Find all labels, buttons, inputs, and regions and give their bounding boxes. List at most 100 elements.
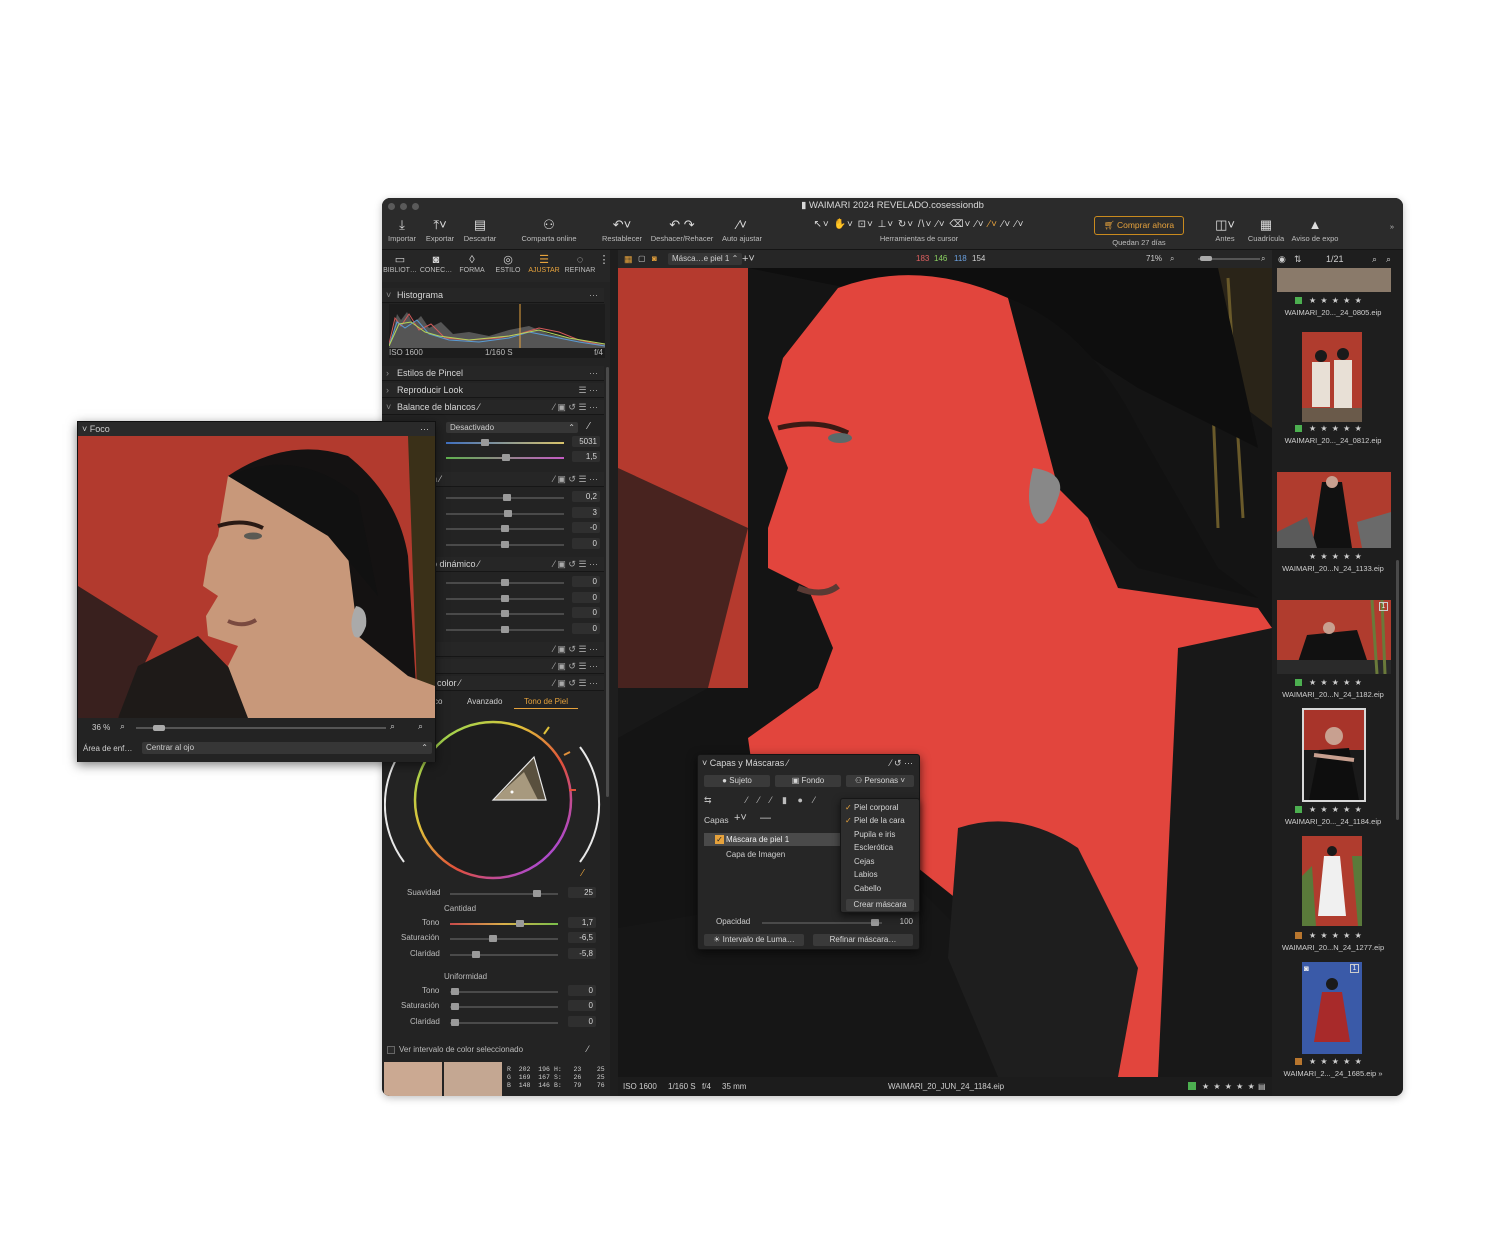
- search-icon[interactable]: ⌕: [1372, 250, 1377, 268]
- skin-picker-icon[interactable]: ⁄: [582, 868, 584, 879]
- exposure-value[interactable]: 0: [572, 538, 600, 549]
- opacity-knob[interactable]: [871, 919, 879, 926]
- discard-button[interactable]: ▤ Descartar: [462, 216, 498, 243]
- kelvin-value[interactable]: 5031: [572, 436, 600, 447]
- thumb-rating[interactable]: ★ ★ ★ ★ ★: [1295, 931, 1363, 940]
- lightness-slider[interactable]: [450, 954, 558, 956]
- hue-knob[interactable]: [516, 920, 524, 927]
- saturation-slider[interactable]: [450, 938, 558, 940]
- section-controls[interactable]: ⁄ ▣ ↺ ☰ ···: [553, 557, 598, 572]
- layer-controls[interactable]: ⁄ ↺ ···: [890, 758, 913, 769]
- window-controls[interactable]: [388, 203, 419, 210]
- before-button[interactable]: ◫˅ Antes: [1208, 216, 1242, 243]
- overflow-chevron-icon[interactable]: »: [1378, 1069, 1382, 1078]
- dr-value[interactable]: 0: [572, 623, 600, 634]
- u-lightness-knob[interactable]: [451, 1019, 459, 1026]
- thumbnail-1184-selected[interactable]: [1302, 708, 1366, 802]
- zoom-icon[interactable]: ⌕: [1386, 250, 1391, 268]
- add-layer-icon[interactable]: +˅: [734, 812, 747, 824]
- u-lightness-value[interactable]: 0: [568, 1016, 596, 1027]
- exposure-knob[interactable]: [501, 541, 509, 548]
- u-lightness-slider[interactable]: [450, 1022, 558, 1024]
- focus-zoom-slider[interactable]: [136, 727, 386, 729]
- dr-knob[interactable]: [501, 626, 509, 633]
- zoom-out-icon[interactable]: ⌕: [120, 721, 125, 732]
- zoom-in-icon[interactable]: ⌕: [1261, 250, 1265, 268]
- eyedropper-icon[interactable]: ⁄: [588, 421, 590, 432]
- more-icon[interactable]: ···: [589, 288, 598, 303]
- tab-style[interactable]: ◎ ESTILO: [490, 250, 526, 282]
- saturation-value[interactable]: -6,5: [568, 932, 596, 943]
- thumb-rating[interactable]: ★ ★ ★ ★ ★: [1295, 805, 1363, 814]
- section-controls[interactable]: ⁄ ▣ ↺ ☰ ···: [553, 676, 598, 691]
- more-icon[interactable]: ···: [420, 422, 429, 436]
- tab-adjust[interactable]: ☰ AJUSTAR: [526, 250, 562, 282]
- zoom-icon[interactable]: [412, 203, 419, 210]
- thumb-rating[interactable]: ★ ★ ★ ★ ★: [1295, 296, 1363, 305]
- brush-styles-header[interactable]: › Estilos de Pincel ···: [382, 366, 604, 381]
- thumbnail-1277[interactable]: [1302, 836, 1362, 926]
- multi-view-icon[interactable]: ◙: [652, 250, 657, 268]
- minimize-icon[interactable]: [400, 203, 407, 210]
- section-controls[interactable]: ⁄ ▣ ↺ ☰ ···: [553, 642, 598, 657]
- import-button[interactable]: ⤓ Importar: [387, 216, 417, 243]
- overflow-icon[interactable]: »: [1385, 222, 1399, 231]
- share-online-button[interactable]: ⚇ Comparta online: [518, 216, 580, 243]
- more-tabs-icon[interactable]: ⋮: [598, 250, 610, 282]
- exposure-warning-button[interactable]: ▲ Aviso de expo: [1290, 216, 1340, 243]
- u-saturation-knob[interactable]: [451, 1003, 459, 1010]
- close-icon[interactable]: [388, 203, 395, 210]
- section-controls[interactable]: ⁄ ▣ ↺ ☰ ···: [553, 659, 598, 674]
- kelvin-knob[interactable]: [481, 439, 489, 446]
- list-icon[interactable]: ▤: [1258, 1077, 1266, 1096]
- add-mask-icon[interactable]: +˅: [742, 250, 755, 268]
- thumb-rating[interactable]: ★ ★ ★ ★ ★: [1309, 552, 1363, 561]
- picker-icon[interactable]: ⁄: [478, 559, 480, 569]
- saturation-knob[interactable]: [489, 935, 497, 942]
- zoom-in-icon[interactable]: ⌕: [390, 721, 395, 732]
- rating-stars[interactable]: ★ ★ ★ ★ ★: [1202, 1077, 1256, 1096]
- hue-value[interactable]: 1,7: [568, 917, 596, 928]
- image-viewer[interactable]: [618, 268, 1272, 1077]
- opacity-slider[interactable]: [762, 922, 882, 924]
- dropdown-item-brows[interactable]: Cejas: [845, 857, 874, 866]
- thumbnail-0805[interactable]: [1277, 268, 1391, 292]
- dr-value[interactable]: 0: [572, 607, 600, 618]
- lightness-value[interactable]: -5,8: [568, 948, 596, 959]
- layer-row-skin-mask[interactable]: ✓ Máscara de piel 1: [704, 833, 840, 846]
- tab-skin-tone[interactable]: Tono de Piel: [514, 697, 578, 709]
- kelvin-slider[interactable]: [446, 442, 564, 444]
- histogram-header[interactable]: ˅ Histograma ···: [382, 288, 604, 303]
- remove-layer-icon[interactable]: —: [760, 812, 771, 824]
- thumbnail-1182[interactable]: 1: [1277, 600, 1391, 674]
- mask-tools-icons[interactable]: ⁄ ⁄ ⁄ ▮ ● ⁄: [746, 795, 819, 806]
- picker-icon[interactable]: ⁄: [459, 678, 461, 688]
- dropdown-item-pupil[interactable]: Pupila e iris: [845, 830, 895, 839]
- picker-icon[interactable]: ⁄: [787, 758, 789, 768]
- background-button[interactable]: ▣ Fondo: [775, 775, 841, 787]
- tab-lens[interactable]: ◊ FORMA: [454, 250, 490, 282]
- lightness-knob[interactable]: [472, 951, 480, 958]
- tab-capture[interactable]: ◙ CONEC…: [418, 250, 454, 282]
- exposure-value[interactable]: 0,2: [572, 491, 600, 502]
- sort-icon[interactable]: ⇅: [1294, 250, 1302, 268]
- dropdown-item-sclera[interactable]: Esclerótica: [845, 843, 893, 852]
- exposure-knob[interactable]: [503, 494, 511, 501]
- people-button[interactable]: ⚇ Personas ˅: [846, 775, 914, 787]
- tint-knob[interactable]: [502, 454, 510, 461]
- exposure-value[interactable]: 3: [572, 507, 600, 518]
- section-controls[interactable]: ⁄ ▣ ↺ ☰ ···: [553, 472, 598, 487]
- dr-value[interactable]: 0: [572, 576, 600, 587]
- dropdown-item-lips[interactable]: Labios: [845, 870, 878, 879]
- u-hue-value[interactable]: 0: [568, 985, 596, 996]
- smoothness-value[interactable]: 25: [568, 887, 596, 898]
- dropdown-item-face-skin[interactable]: ✓ Piel de la cara: [845, 816, 905, 825]
- tab-refine[interactable]: ◌ REFINAR: [562, 250, 598, 282]
- create-mask-button[interactable]: Crear máscara: [846, 899, 914, 911]
- tab-library[interactable]: ▭ BIBLIOT…: [382, 250, 418, 282]
- luma-range-button[interactable]: ☀ Intervalo de Luma…: [704, 934, 804, 946]
- auto-adjust-button[interactable]: ⁄˅ Auto ajustar: [720, 216, 764, 243]
- layers-header[interactable]: ˅ Capas y Máscaras ⁄: [702, 758, 788, 768]
- thumb-rating[interactable]: ★ ★ ★ ★ ★: [1295, 424, 1363, 433]
- more-icon[interactable]: ☰ ···: [578, 383, 598, 398]
